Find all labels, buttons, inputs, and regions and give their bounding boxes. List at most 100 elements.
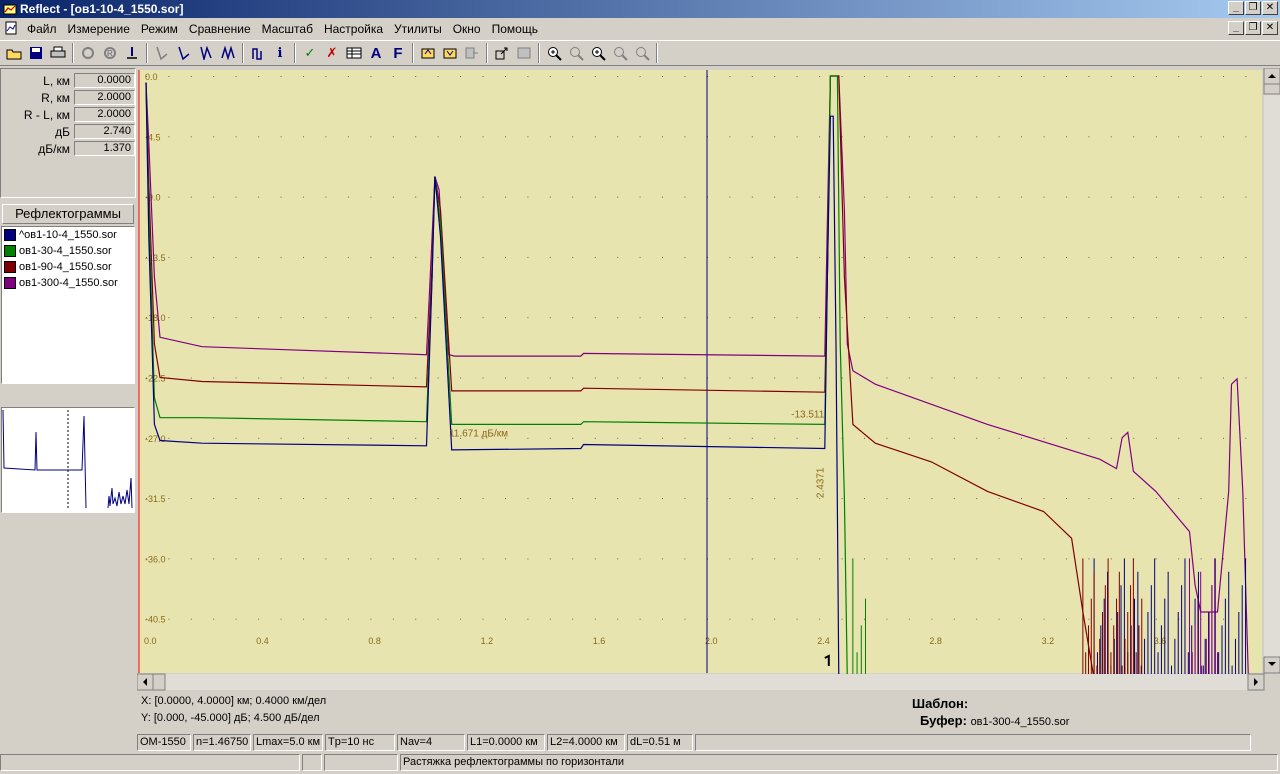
font-f-icon[interactable]: F — [387, 42, 409, 64]
grid-dot — [886, 76, 888, 77]
grid-dot — [908, 558, 910, 560]
reflectogram-item[interactable]: ов1-30-4_1550.sor — [2, 243, 134, 259]
grid-dot — [976, 256, 978, 258]
grid-dot — [415, 256, 417, 258]
menu-settings[interactable]: Настройка — [319, 22, 389, 36]
chart-area[interactable]: 0.0 -4.5 -9.0 -13.5 -18.0 -22.5 -27.0 -31.5 -36.… — [136, 67, 1280, 691]
grid-dot — [998, 196, 1000, 198]
grid-icon[interactable] — [513, 42, 535, 64]
grid-dot — [460, 618, 461, 620]
status-nav: Nav=4 — [397, 734, 465, 751]
grid-dot — [213, 377, 215, 379]
restore-button[interactable]: ❐ — [1245, 1, 1261, 15]
zoom-in-icon[interactable] — [587, 42, 609, 64]
grid-dot — [370, 498, 372, 500]
grid-dot — [908, 377, 910, 379]
color-swatch — [4, 245, 16, 257]
grid-dot — [1043, 256, 1045, 258]
grid-dot — [325, 377, 327, 379]
overview-minimap[interactable] — [1, 407, 135, 513]
reflectogram-item[interactable]: ов1-300-4_1550.sor — [2, 275, 134, 291]
grid-dot — [1200, 498, 1202, 500]
reflectogram-chart[interactable]: 0.0-4.5-9.0-13.5-18.0-22.5-27.0-31.5-36.… — [136, 67, 1280, 691]
grid-dot — [190, 377, 192, 379]
trace-1-icon[interactable] — [151, 42, 173, 64]
reflectograms-header[interactable]: Рефлектограммы — [2, 204, 134, 224]
document-icon[interactable] — [4, 21, 18, 35]
menu-file[interactable]: Файл — [22, 22, 63, 36]
grid-dot — [280, 256, 282, 258]
menu-mode[interactable]: Режим — [136, 22, 184, 36]
link-out-icon[interactable] — [491, 42, 513, 64]
grid-dot — [819, 76, 821, 77]
toolbar-separator — [538, 43, 540, 63]
grid-dot — [527, 76, 529, 77]
reflectogram-item[interactable]: ов1-90-4_1550.sor — [2, 259, 134, 275]
doc-close-button[interactable]: ✕ — [1262, 21, 1278, 35]
menu-scale[interactable]: Масштаб — [257, 22, 319, 36]
grid-dot — [953, 76, 955, 77]
grid-dot — [841, 317, 843, 319]
status-l2: L2=4.0000 км — [547, 734, 625, 751]
grid-dot — [819, 196, 821, 198]
open-icon[interactable] — [3, 42, 25, 64]
grid-dot — [1110, 317, 1112, 319]
grid-dot — [572, 76, 574, 77]
forward-icon[interactable] — [461, 42, 483, 64]
grid-dot — [370, 377, 372, 379]
trace-2-icon[interactable] — [173, 42, 195, 64]
menu-utilities[interactable]: Утилиты — [389, 22, 448, 36]
grid-dot — [931, 377, 933, 379]
font-a-icon[interactable]: A — [365, 42, 387, 64]
grid-dot — [1223, 136, 1224, 138]
menu-help[interactable]: Помощь — [487, 22, 544, 36]
doc-minimize-button[interactable]: _ — [1228, 21, 1244, 35]
grid-dot — [347, 437, 349, 439]
grid-dot — [1066, 377, 1067, 379]
grid-dot — [460, 558, 461, 560]
menu-measurement[interactable]: Измерение — [63, 22, 136, 36]
zoom-reset-icon[interactable] — [609, 42, 631, 64]
table-icon[interactable] — [343, 42, 365, 64]
print-icon[interactable] — [47, 42, 69, 64]
close-button[interactable]: ✕ — [1262, 1, 1278, 15]
minimize-button[interactable]: _ — [1228, 1, 1244, 15]
grid-dot — [325, 498, 327, 500]
grid-dot — [437, 136, 439, 138]
delete-marker-icon[interactable]: ✗ — [321, 42, 343, 64]
zoom-out-disabled-icon[interactable] — [565, 42, 587, 64]
menu-compare[interactable]: Сравнение — [184, 22, 257, 36]
reflectogram-item[interactable]: ^ов1-10-4_1550.sor — [2, 227, 134, 243]
grid-dot — [505, 76, 506, 77]
trace-4-icon[interactable] — [217, 42, 239, 64]
grid-dot — [751, 256, 753, 258]
zoom-fit-icon[interactable] — [631, 42, 653, 64]
doc-restore-button[interactable]: ❐ — [1245, 21, 1261, 35]
grid-dot — [1178, 558, 1180, 560]
menu-window[interactable]: Окно — [448, 22, 487, 36]
grid-dot — [168, 317, 170, 319]
import-icon[interactable] — [439, 42, 461, 64]
r-circle-icon[interactable]: R — [99, 42, 121, 64]
trace-3-icon[interactable] — [195, 42, 217, 64]
event-marker-icon[interactable] — [247, 42, 269, 64]
download-icon[interactable] — [121, 42, 143, 64]
x-tick-label: 1.6 — [593, 636, 606, 646]
save-icon[interactable] — [25, 42, 47, 64]
zoom-region-icon[interactable] — [543, 42, 565, 64]
grid-dot — [729, 437, 731, 439]
check-icon[interactable]: ✓ — [299, 42, 321, 64]
grid-dot — [662, 317, 663, 319]
grid-dot — [796, 317, 798, 319]
grid-dot — [1178, 256, 1180, 258]
grid-dot — [415, 437, 417, 439]
grid-dot — [886, 498, 888, 500]
grid-dot — [437, 437, 439, 439]
grid-dot — [662, 76, 663, 77]
info-icon[interactable]: i — [269, 42, 291, 64]
export-icon[interactable] — [417, 42, 439, 64]
grid-dot — [1245, 256, 1247, 258]
circle-icon[interactable] — [77, 42, 99, 64]
grid-dot — [841, 558, 843, 560]
status-dl: dL=0.51 м — [627, 734, 693, 751]
